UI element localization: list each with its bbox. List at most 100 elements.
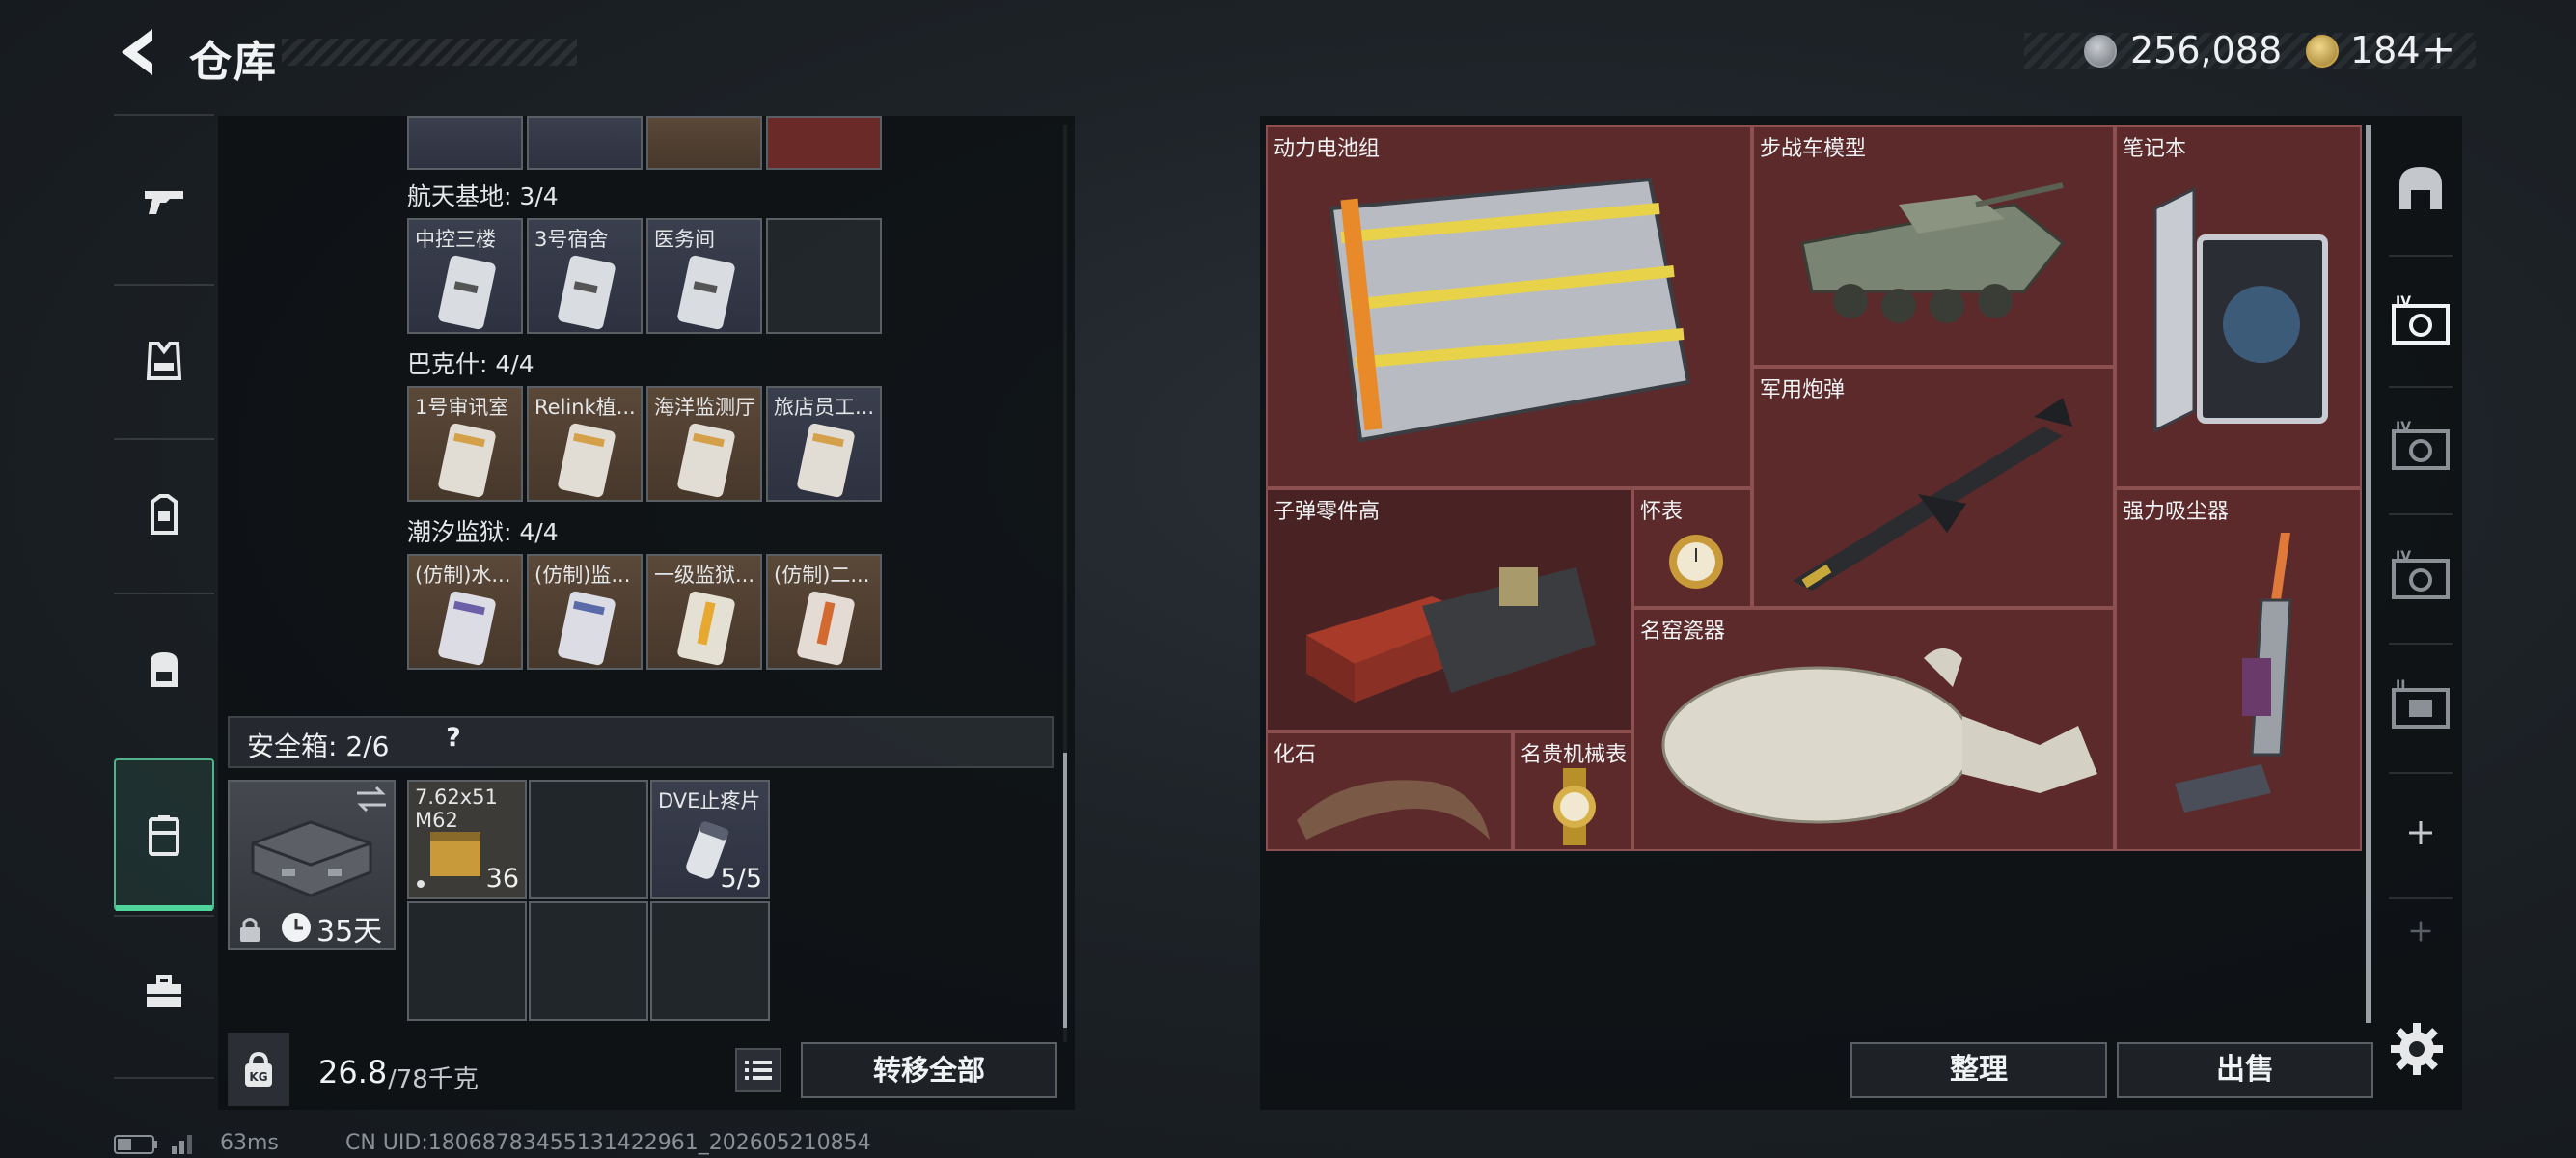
sell-button[interactable]: 出售: [2117, 1042, 2373, 1098]
nav-divider: [114, 1077, 214, 1079]
missile-icon: [1793, 398, 2072, 591]
nav-chest-rig[interactable]: [114, 438, 214, 593]
transfer-all-button[interactable]: 转移全部: [801, 1042, 1057, 1098]
keycard-slot[interactable]: (仿制)水...: [407, 554, 523, 670]
safe-ii-icon: II: [2392, 678, 2450, 729]
ifv-model-item[interactable]: 步战车模型: [1752, 125, 2115, 367]
ammo-crate-icon: [1306, 567, 1596, 703]
plus-icon: [2410, 921, 2431, 942]
empty-slot[interactable]: [529, 901, 648, 1021]
safe-iv-icon: IV: [2392, 294, 2450, 345]
section-title: 巴克什: 4/4: [407, 350, 534, 378]
keycard-icon: [677, 423, 735, 498]
item-slot-partial[interactable]: [646, 116, 762, 170]
ping-readout: 63ms: [220, 1131, 279, 1155]
slot-label: 3号宿舍: [534, 228, 609, 251]
weight-current: 26.8: [318, 1054, 388, 1090]
ammo-slot[interactable]: 7.62x51 M62 36: [407, 780, 527, 899]
pocket-watch-item[interactable]: 怀表: [1632, 488, 1752, 608]
silver-amount: 256,088: [2130, 29, 2283, 71]
keycard-icon: [797, 423, 855, 498]
help-icon[interactable]: ?: [436, 723, 471, 758]
artillery-shell-item[interactable]: 军用炮弹: [1752, 367, 2115, 608]
nav-safebox[interactable]: [114, 758, 214, 911]
fossil-item[interactable]: 化石: [1266, 731, 1513, 851]
item-label: 强力吸尘器: [2123, 500, 2230, 524]
slot-label: 一级监狱...: [654, 564, 755, 587]
loot-scrollbar[interactable]: [2366, 125, 2371, 1023]
item-slot-partial[interactable]: [407, 116, 523, 170]
plus-icon: [2409, 821, 2432, 844]
nav-container-arch[interactable]: [2377, 127, 2464, 249]
item-slot-partial[interactable]: [527, 116, 643, 170]
keycard-icon: [558, 591, 616, 666]
svg-text:IV: IV: [2396, 549, 2411, 565]
nav-safe-iv-3[interactable]: IV: [2377, 513, 2464, 635]
laptop-item[interactable]: 笔记本: [2115, 125, 2362, 488]
keycard-slot[interactable]: (仿制)二...: [766, 554, 882, 670]
nav-backpack[interactable]: [114, 593, 214, 747]
arch-container-icon: [2399, 167, 2442, 209]
keycard-slot[interactable]: 医务间: [646, 218, 762, 334]
porcelain-item[interactable]: 名窑瓷器: [1632, 608, 2115, 851]
item-quantity: 36: [485, 864, 519, 894]
vacuum-cleaner-item[interactable]: 强力吸尘器: [2115, 488, 2362, 851]
ammo-box-icon: [430, 832, 480, 876]
slot-label: (仿制)水...: [415, 564, 511, 587]
weight-button[interactable]: KG: [228, 1033, 289, 1106]
slot-label: 中控三楼: [415, 228, 496, 251]
settings-gear-icon[interactable]: [2389, 1021, 2445, 1077]
power-battery-item[interactable]: 动力电池组: [1266, 125, 1752, 488]
section-title: 潮汐监狱: 4/4: [407, 518, 559, 546]
keycard-slot[interactable]: 旅店员工...: [766, 386, 882, 502]
porcelain-vase-icon: [1661, 648, 2097, 824]
keycard-icon: [797, 591, 855, 666]
sort-button[interactable]: 整理: [1850, 1042, 2107, 1098]
keycard-slot[interactable]: 1号审讯室: [407, 386, 523, 502]
status-dot: [417, 880, 425, 888]
back-arrow-icon[interactable]: [114, 25, 162, 79]
slot-label: (仿制)二...: [774, 564, 870, 587]
keycard-icon: [558, 255, 616, 330]
keycard-slot[interactable]: (仿制)监...: [527, 554, 643, 670]
item-label: 步战车模型: [1760, 137, 1867, 161]
keycard-slot[interactable]: 海洋监测厅: [646, 386, 762, 502]
left-nav: [114, 114, 214, 1079]
keycard-slot[interactable]: 一级监狱...: [646, 554, 762, 670]
nav-safe-ii[interactable]: II: [2377, 643, 2464, 764]
keycard-slot[interactable]: Relink植...: [527, 386, 643, 502]
mechanical-watch-item[interactable]: 名贵机械表: [1513, 731, 1632, 851]
title-decoration: [282, 39, 577, 66]
signal-icon: [172, 1135, 192, 1154]
add-currency-button[interactable]: +: [2422, 25, 2455, 72]
empty-slot[interactable]: [529, 780, 648, 899]
nav-safe-iv-2[interactable]: IV: [2377, 384, 2464, 506]
item-label: 子弹零件高: [1274, 500, 1381, 524]
slot-label: (仿制)监...: [534, 564, 631, 587]
add-container-button[interactable]: [2377, 772, 2464, 894]
swap-arrows-icon[interactable]: [353, 784, 390, 814]
keycard-slot[interactable]: 中控三楼: [407, 218, 523, 334]
nav-armor[interactable]: [114, 284, 214, 438]
clock-icon: [282, 913, 311, 942]
item-slot-partial[interactable]: [766, 116, 882, 170]
nav-safe-iv-1[interactable]: IV: [2377, 259, 2464, 380]
list-icon: [745, 1061, 772, 1080]
chest-rig-icon: [151, 494, 178, 535]
add-container-button-disabled[interactable]: [2377, 897, 2464, 965]
medicine-slot[interactable]: DVE止疼片 5/5: [650, 780, 770, 899]
nav-toolbox[interactable]: [114, 915, 214, 1069]
keycard-slot[interactable]: 3号宿舍: [527, 218, 643, 334]
inventory-scrollbar-thumb[interactable]: [1063, 753, 1067, 1028]
nav-weapon[interactable]: [114, 124, 214, 278]
bullet-parts-item[interactable]: 子弹零件高: [1266, 488, 1632, 731]
silver-coin-icon: [2084, 35, 2117, 68]
safebox-title: 安全箱: 2/6: [247, 731, 390, 762]
wristwatch-icon: [1553, 768, 1596, 845]
keycard-icon: [438, 255, 496, 330]
empty-slot[interactable]: [766, 218, 882, 334]
empty-slot[interactable]: [650, 901, 770, 1021]
item-label: 名贵机械表: [1521, 743, 1628, 767]
empty-slot[interactable]: [407, 901, 527, 1021]
list-view-button[interactable]: [735, 1048, 781, 1092]
